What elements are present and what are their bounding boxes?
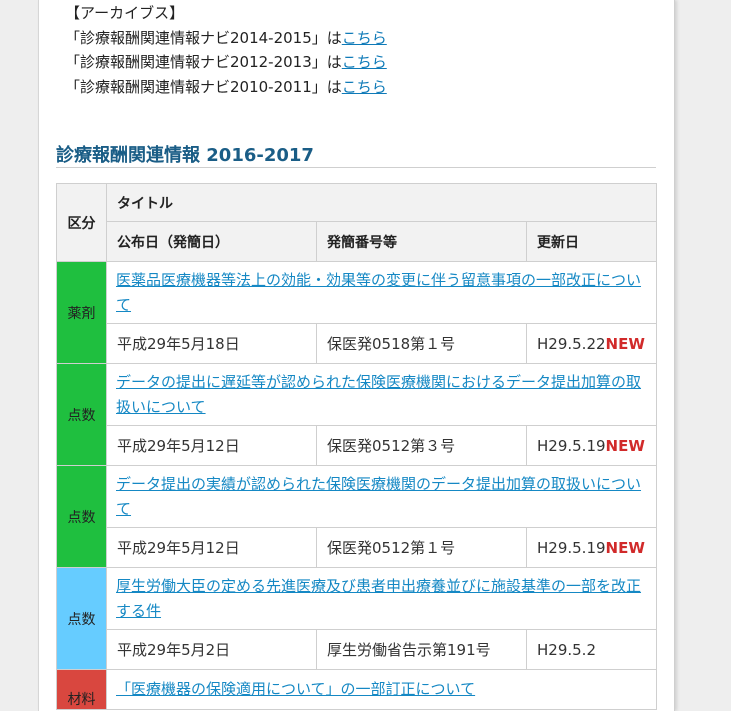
updated-date: H29.5.19NEW [525, 425, 658, 466]
category-badge: 材料 [56, 669, 107, 710]
header-updated: 更新日 [525, 221, 658, 262]
issue-number: 保医発0512第１号 [316, 527, 527, 568]
table-header-row: 公布日（発簡日） 発簡番号等 更新日 [57, 221, 658, 262]
notice-title: データの提出に遅延等が認められた保険医療機関におけるデータ提出加算の取扱いについ… [105, 363, 658, 426]
table-row: 平成29年5月12日 保医発0512第１号 H29.5.19NEW [57, 527, 658, 568]
archive-link[interactable]: こちら [342, 53, 387, 71]
archive-item: 「診療報酬関連情報ナビ2010-2011」はこちら [65, 76, 387, 98]
table-row: 点数 データ提出の実績が認められた保険医療機関のデータ提出加算の取扱いについて [56, 465, 658, 568]
issue-date: 平成29年5月2日 [106, 629, 317, 670]
issue-date: 平成29年5月18日 [106, 323, 317, 364]
notice-title: 医薬品医療機器等法上の効能・効果等の変更に伴う留意事項の一部改正について [105, 261, 658, 324]
new-badge: NEW [605, 538, 645, 557]
archive-link[interactable]: こちら [342, 29, 387, 47]
page-background-right [675, 0, 731, 711]
section-divider [56, 167, 656, 168]
category-badge: 点数 [56, 567, 107, 670]
section-title: 診療報酬関連情報 2016-2017 [56, 145, 314, 166]
new-badge: NEW [605, 334, 645, 353]
notice-title: 「医療機器の保険適用について」の一部訂正について [105, 669, 658, 710]
category-badge: 点数 [56, 363, 107, 466]
notice-link[interactable]: 医薬品医療機器等法上の効能・効果等の変更に伴う留意事項の一部改正について [116, 271, 641, 314]
archive-item-text: 「診療報酬関連情報ナビ2014-2015」は [65, 29, 342, 47]
archive-item: 「診療報酬関連情報ナビ2014-2015」はこちら [65, 27, 387, 49]
archive-heading: 【アーカイブス】 [65, 4, 185, 22]
issue-number: 厚生労働省告示第191号 [316, 629, 527, 670]
issue-date: 平成29年5月12日 [106, 527, 317, 568]
category-badge: 点数 [56, 465, 107, 568]
table-row: 平成29年5月12日 保医発0512第３号 H29.5.19NEW [57, 425, 658, 466]
page-background-left [0, 0, 38, 711]
notice-link[interactable]: 「医療機器の保険適用について」の一部訂正について [116, 680, 475, 698]
updated-value: H29.5.2 [537, 640, 596, 659]
info-table: 区分 タイトル 公布日（発簡日） 発簡番号等 更新日 薬剤 医薬品医療機器等法上… [56, 183, 658, 710]
category-badge: 薬剤 [56, 261, 107, 364]
header-category: 区分 [56, 183, 107, 262]
updated-value: H29.5.19 [537, 538, 606, 557]
table-row: 点数 厚生労働大臣の定める先進医療及び患者申出療養並びに施設基準の一部を改正する… [56, 567, 658, 670]
notice-title: データ提出の実績が認められた保険医療機関のデータ提出加算の取扱いについて [105, 465, 658, 528]
header-number: 発簡番号等 [316, 221, 527, 262]
header-date: 公布日（発簡日） [106, 221, 317, 262]
updated-date: H29.5.22NEW [525, 323, 658, 364]
updated-date: H29.5.19NEW [525, 527, 658, 568]
table-row: 材料 「医療機器の保険適用について」の一部訂正について [56, 669, 658, 710]
table-row: 点数 データの提出に遅延等が認められた保険医療機関におけるデータ提出加算の取扱い… [56, 363, 658, 466]
notice-link[interactable]: データの提出に遅延等が認められた保険医療機関におけるデータ提出加算の取扱いについ… [116, 373, 641, 416]
header-title: タイトル [105, 183, 658, 222]
issue-number: 保医発0518第１号 [316, 323, 527, 364]
new-badge: NEW [605, 436, 645, 455]
table-row: 薬剤 医薬品医療機器等法上の効能・効果等の変更に伴う留意事項の一部改正について [56, 261, 658, 364]
updated-value: H29.5.22 [537, 334, 606, 353]
issue-date: 平成29年5月12日 [106, 425, 317, 466]
archive-item-text: 「診療報酬関連情報ナビ2010-2011」は [65, 78, 342, 96]
table-row: 平成29年5月2日 厚生労働省告示第191号 H29.5.2 [57, 629, 658, 670]
updated-date: H29.5.2 [525, 629, 658, 670]
table-row: 平成29年5月18日 保医発0518第１号 H29.5.22NEW [57, 323, 658, 364]
notice-link[interactable]: 厚生労働大臣の定める先進医療及び患者申出療養並びに施設基準の一部を改正する件 [116, 577, 641, 620]
archive-item-text: 「診療報酬関連情報ナビ2012-2013」は [65, 53, 342, 71]
table-header-row: 区分 タイトル [56, 183, 658, 262]
issue-number: 保医発0512第３号 [316, 425, 527, 466]
notice-title: 厚生労働大臣の定める先進医療及び患者申出療養並びに施設基準の一部を改正する件 [105, 567, 658, 630]
updated-value: H29.5.19 [537, 436, 606, 455]
archive-link[interactable]: こちら [342, 78, 387, 96]
notice-link[interactable]: データ提出の実績が認められた保険医療機関のデータ提出加算の取扱いについて [116, 475, 641, 518]
archive-item: 「診療報酬関連情報ナビ2012-2013」はこちら [65, 51, 387, 73]
